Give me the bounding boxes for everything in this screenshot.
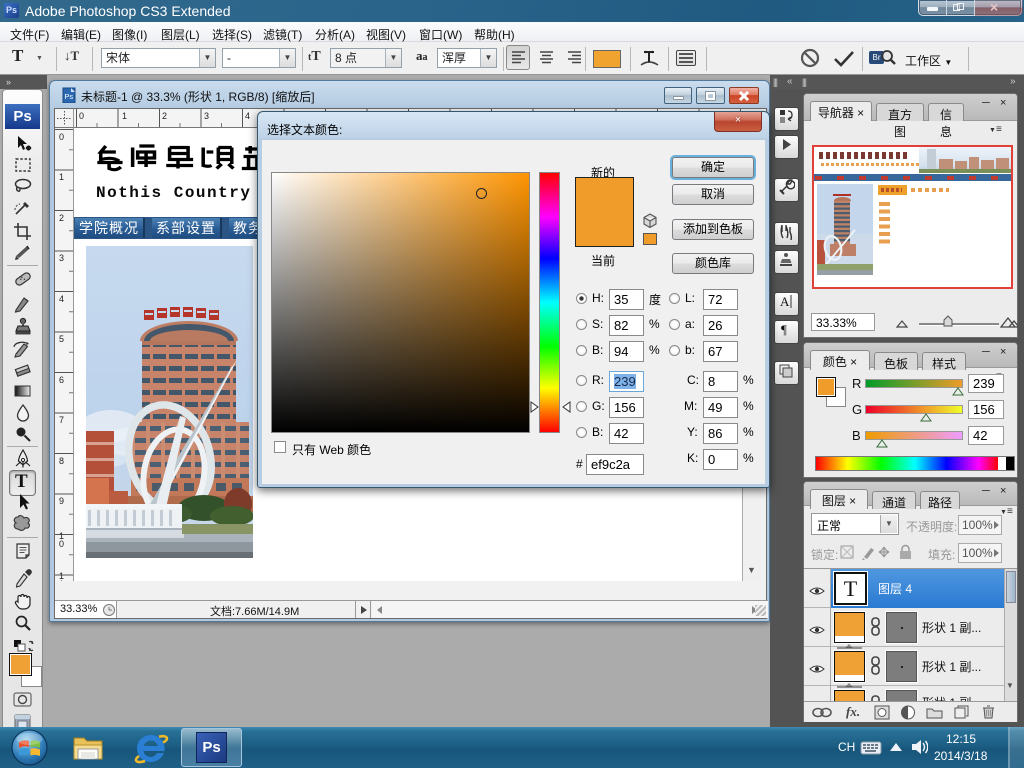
svg-text:Ps: Ps bbox=[64, 92, 73, 101]
svg-text:¶: ¶ bbox=[781, 322, 787, 337]
svg-text:A: A bbox=[780, 294, 790, 309]
